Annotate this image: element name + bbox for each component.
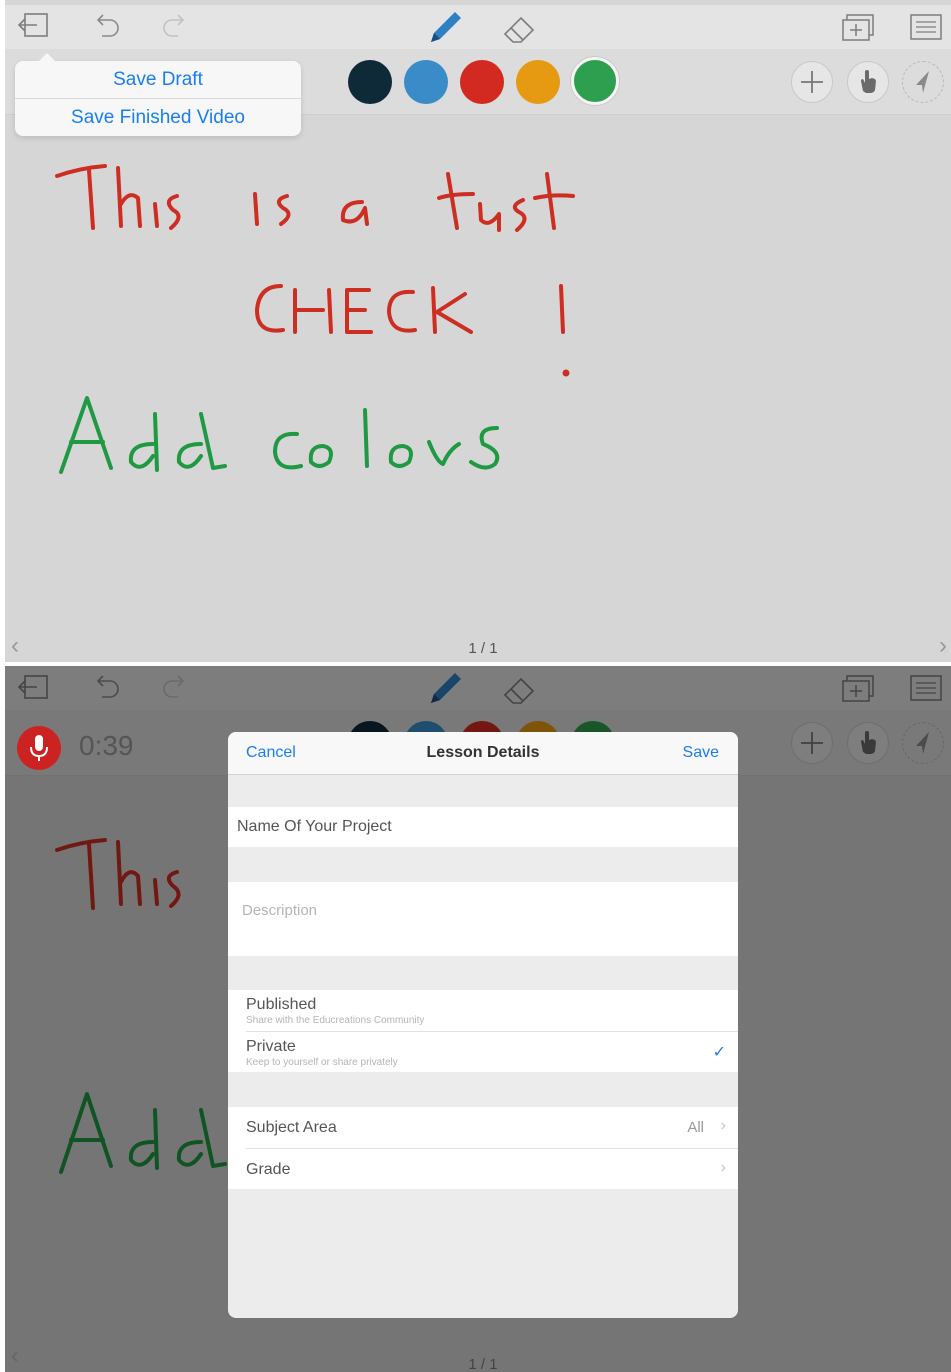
subject-area-row[interactable]: Subject Area All › <box>228 1107 738 1148</box>
description-field[interactable]: Description <box>242 902 317 919</box>
save-button[interactable]: Save <box>683 744 719 762</box>
project-name-row[interactable]: Name Of Your Project <box>228 807 738 847</box>
published-option[interactable]: Published Share with the Educreations Co… <box>228 990 738 1031</box>
grade-label: Grade <box>246 1161 291 1178</box>
privacy-group: Published Share with the Educreations Co… <box>228 990 738 1072</box>
handwriting-red <box>55 164 575 377</box>
checkmark-icon: ✓ <box>712 1044 726 1061</box>
record-button[interactable] <box>17 726 61 770</box>
microphone-icon <box>30 735 48 761</box>
chevron-right-icon: › <box>720 1117 726 1134</box>
page-count: 1 / 1 <box>468 1356 498 1372</box>
whiteboard-panel-saving: Save Draft Save Finished Video ‹ 1 / 1 › <box>5 0 951 662</box>
project-name-field[interactable]: Name Of Your Project <box>237 818 392 836</box>
published-sublabel: Share with the Educreations Community <box>246 1015 425 1026</box>
save-finished-video-option[interactable]: Save Finished Video <box>15 99 301 136</box>
subject-area-value: All <box>687 1119 704 1136</box>
handwriting-green <box>59 396 500 474</box>
whiteboard-panel-lesson-details: 0:39 Cancel Lesson Details Save Name Of … <box>5 666 951 1372</box>
private-option[interactable]: Private Keep to yourself or share privat… <box>228 1032 738 1072</box>
chevron-right-icon: › <box>720 1159 726 1176</box>
prev-page-arrow[interactable]: ‹ <box>11 632 19 660</box>
published-label: Published <box>246 996 317 1013</box>
next-page-arrow[interactable]: › <box>939 632 947 660</box>
save-draft-option[interactable]: Save Draft <box>15 61 301 98</box>
page-count: 1 / 1 <box>468 640 498 657</box>
recording-timer: 0:39 <box>79 730 134 761</box>
prev-page-arrow[interactable]: ‹ <box>11 1342 19 1370</box>
description-row[interactable]: Description <box>228 882 738 956</box>
subject-area-label: Subject Area <box>246 1119 337 1136</box>
private-sublabel: Keep to yourself or share privately <box>246 1057 398 1068</box>
grade-row[interactable]: Grade › <box>228 1149 738 1189</box>
private-label: Private <box>246 1038 296 1055</box>
modal-header: Cancel Lesson Details Save <box>228 732 738 775</box>
metadata-group: Subject Area All › Grade › <box>228 1107 738 1189</box>
modal-title: Lesson Details <box>426 744 540 761</box>
lesson-details-modal: Cancel Lesson Details Save Name Of Your … <box>228 732 738 1318</box>
save-popover: Save Draft Save Finished Video <box>15 53 301 136</box>
